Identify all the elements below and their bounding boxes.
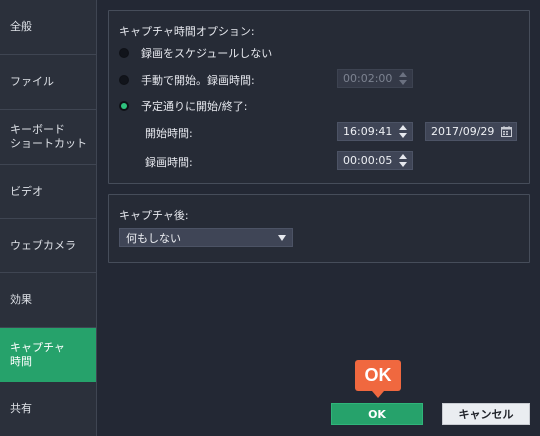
record-duration-value: 00:00:05 bbox=[343, 154, 393, 167]
capture-time-options-title: キャプチャ時間オプション: bbox=[119, 25, 255, 38]
record-duration-stepper[interactable]: 00:00:05 bbox=[337, 151, 413, 170]
manual-duration-stepper[interactable]: 00:02:00 bbox=[337, 69, 413, 88]
settings-sidebar: 全般 ファイル キーボード ショートカット ビデオ ウェブカメラ 効果 キャプチ… bbox=[0, 0, 97, 436]
chevron-up-icon[interactable] bbox=[399, 154, 407, 159]
start-time-arrows[interactable] bbox=[399, 125, 407, 138]
chevron-down-icon[interactable] bbox=[399, 133, 407, 138]
start-date-picker[interactable]: 2017/09/29 bbox=[425, 122, 517, 141]
settings-main-panel: キャプチャ時間オプション: 録画をスケジュールしない 手動で開始。録画時間: 0… bbox=[97, 0, 540, 436]
radio-no-schedule-button[interactable] bbox=[119, 48, 129, 58]
radio-no-schedule-label: 録画をスケジュールしない bbox=[141, 47, 273, 60]
record-duration-label: 録画時間: bbox=[145, 156, 193, 169]
after-capture-dropdown[interactable]: 何もしない bbox=[119, 228, 293, 247]
after-capture-title: キャプチャ後: bbox=[119, 209, 189, 222]
chevron-down-icon[interactable] bbox=[399, 80, 407, 85]
chevron-up-icon[interactable] bbox=[399, 72, 407, 77]
manual-duration-value: 00:02:00 bbox=[343, 72, 393, 85]
manual-duration-arrows[interactable] bbox=[399, 72, 407, 85]
calendar-icon[interactable] bbox=[501, 126, 512, 137]
sidebar-item-webcam[interactable]: ウェブカメラ bbox=[0, 219, 96, 273]
sidebar-item-video[interactable]: ビデオ bbox=[0, 165, 96, 219]
radio-manual-start-label: 手動で開始。録画時間: bbox=[141, 74, 255, 87]
ok-callout-badge: OK bbox=[355, 360, 401, 398]
start-time-value: 16:09:41 bbox=[343, 125, 393, 138]
sidebar-item-file[interactable]: ファイル bbox=[0, 55, 96, 110]
start-date-value: 2017/09/29 bbox=[431, 125, 495, 138]
radio-manual-start[interactable]: 手動で開始。録画時間: bbox=[119, 72, 255, 88]
sidebar-item-keyboard-shortcuts[interactable]: キーボード ショートカット bbox=[0, 110, 96, 165]
after-capture-value: 何もしない bbox=[126, 231, 181, 245]
record-duration-arrows[interactable] bbox=[399, 154, 407, 167]
dropdown-arrow-icon[interactable] bbox=[278, 235, 286, 241]
capture-time-options-group: キャプチャ時間オプション: 録画をスケジュールしない 手動で開始。録画時間: 0… bbox=[108, 10, 530, 184]
sidebar-item-effects[interactable]: 効果 bbox=[0, 273, 96, 328]
after-capture-group: キャプチャ後: 何もしない bbox=[108, 194, 530, 263]
radio-scheduled[interactable]: 予定通りに開始/終了: bbox=[119, 98, 247, 114]
start-time-label: 開始時間: bbox=[145, 127, 193, 140]
cancel-button[interactable]: キャンセル bbox=[442, 403, 530, 425]
sidebar-item-capture-time[interactable]: キャプチャ 時間 bbox=[0, 328, 96, 382]
sidebar-item-share[interactable]: 共有 bbox=[0, 382, 96, 436]
start-time-stepper[interactable]: 16:09:41 bbox=[337, 122, 413, 141]
chevron-down-icon[interactable] bbox=[399, 162, 407, 167]
radio-no-schedule[interactable]: 録画をスケジュールしない bbox=[119, 45, 272, 61]
ok-button[interactable]: OK bbox=[331, 403, 423, 425]
radio-scheduled-label: 予定通りに開始/終了: bbox=[141, 100, 248, 113]
radio-scheduled-button[interactable] bbox=[119, 101, 129, 111]
sidebar-item-general[interactable]: 全般 bbox=[0, 0, 96, 55]
radio-manual-start-button[interactable] bbox=[119, 75, 129, 85]
chevron-up-icon[interactable] bbox=[399, 125, 407, 130]
